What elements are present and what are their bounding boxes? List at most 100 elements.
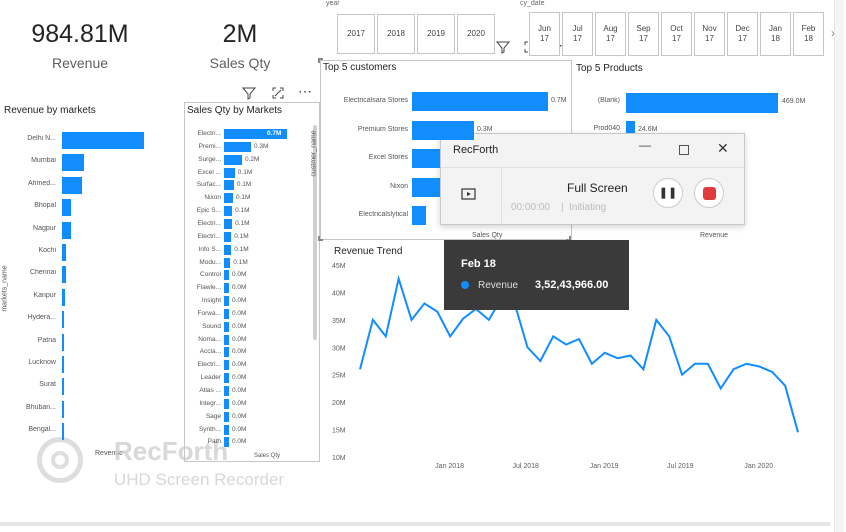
x-tick-label: Jul 2019 [667,463,694,470]
customer-bar[interactable] [412,177,440,197]
sales-qty-value: 0.1M [236,181,252,189]
sales-qty-bar[interactable] [224,334,229,345]
customer-bar[interactable] [412,206,426,225]
stop-button[interactable] [694,178,724,208]
sales-qty-bar[interactable] [224,373,229,384]
date-slicer-item[interactable]: Feb 18 [793,12,824,56]
customer-axis-label: custmer_name [310,130,318,177]
sales-qty-bar[interactable] [224,141,251,152]
minimize-icon[interactable]: — [639,138,651,152]
sales-qty-bar[interactable] [224,296,229,307]
product-label: Prod040 [593,125,620,132]
market-bar[interactable] [62,356,64,373]
sales-qty-bar[interactable] [224,437,229,448]
customer-bar[interactable] [412,149,440,168]
date-slicer-item[interactable]: Jul 17 [562,12,593,56]
date-slicer-item[interactable]: Oct 17 [661,12,692,56]
sales-qty-bar[interactable] [224,154,242,165]
x-tick-label: Jan 2019 [590,463,619,470]
y-tick-label: 30M [332,345,346,352]
focus-mode-icon[interactable] [271,86,285,103]
sales-qty-bar[interactable] [224,321,229,332]
sales-qty-bar[interactable] [224,411,229,422]
market-label: Bhuban... [26,403,56,411]
market-bar[interactable] [62,400,64,418]
sales-qty-value: 0.0M [232,284,247,292]
market-bar[interactable] [62,266,66,284]
customer-bar[interactable] [412,92,548,111]
market-bar[interactable] [62,311,64,329]
x-tick-label: Jul 2018 [512,463,539,470]
recorder-window[interactable]: RecForth — ✕ Full Screen 00:00:00 | Init… [440,133,746,225]
market-bar[interactable] [62,378,64,396]
market-label: Kochi [38,247,56,254]
horizontal-scrollbar[interactable] [0,522,830,526]
sales-qty-bar[interactable] [224,308,229,319]
screen-icon[interactable] [461,187,477,206]
customer-bar[interactable] [412,120,474,140]
sales-qty-label: Electri... [197,232,221,240]
vertical-scrollbar[interactable] [834,0,844,532]
product-bar[interactable] [626,93,778,113]
pause-button[interactable]: ❚❚ [653,178,683,208]
sales-qty-bar[interactable] [224,347,229,358]
sales-qty-bar[interactable] [224,360,229,371]
y-tick-label: 15M [332,428,346,435]
more-options-icon[interactable]: ⋯ [298,84,312,98]
market-bar[interactable] [62,221,71,239]
resize-handle[interactable] [318,236,323,241]
sales-qty-label: Premi... [198,142,221,150]
date-slicer-item[interactable]: Jun 17 [529,12,560,56]
date-slicer-item[interactable]: Jan 18 [760,12,791,56]
tooltip: Feb 18 Revenue 3,52,43,966.00 [444,240,629,310]
customer-label: Electricalsara Stores [343,97,408,104]
market-bar[interactable] [62,244,66,261]
market-bar[interactable] [62,154,84,172]
date-slicer-item[interactable]: Dec 17 [727,12,758,56]
sales-qty-bar[interactable] [224,206,233,217]
sales-qty-bar[interactable] [224,398,229,409]
maximize-icon[interactable] [679,145,689,155]
sales-qty-label: Electri... [197,361,221,369]
market-bar[interactable] [62,288,65,306]
sales-qty-bar[interactable] [224,283,229,294]
market-bar[interactable] [62,132,144,149]
market-bar[interactable] [62,199,71,217]
sales-qty-bar[interactable] [224,386,229,396]
year-slicer-item[interactable]: 2017 [337,14,375,54]
sales-qty-value: 0.1M [235,219,250,227]
sales-qty-bar[interactable] [224,257,231,268]
sales-qty-bar[interactable] [224,424,229,435]
y-tick-label: 45M [332,263,346,270]
market-label: Mumbai [31,157,56,165]
market-bar[interactable] [62,176,82,194]
sales-qty-bar[interactable] [224,270,229,281]
sales-qty-bar[interactable] [224,244,232,255]
product-bar[interactable] [626,121,635,133]
sales-qty-bar[interactable] [224,231,232,242]
sales-qty-bar[interactable] [224,218,233,229]
sales-qty-label: Nixon [204,194,221,202]
sales-qty-bar[interactable] [224,167,235,178]
sales-qty-bar[interactable] [224,193,233,204]
sales-qty-bar[interactable] [224,180,234,191]
customer-label: Electricalslytical [358,211,408,218]
sales-qty-value: 0.0M [232,399,247,407]
year-slicer-item[interactable]: 2020 [457,14,495,54]
market-bar[interactable] [62,333,64,351]
filter-icon[interactable] [241,86,257,103]
sales-qty-value: 0.0M [232,348,247,356]
market-label: Kanpur [33,291,56,299]
sales-qty-value: 0.0M [232,438,247,446]
close-icon[interactable]: ✕ [717,140,729,157]
year-slicer-item[interactable]: 2018 [377,14,415,54]
sales-qty-axis-label: Sales Qty [254,453,281,459]
date-slicer-item[interactable]: Sep 17 [628,12,659,56]
market-bar[interactable] [62,423,64,441]
recorder-title: RecForth [453,144,499,156]
filter-icon[interactable] [495,40,511,57]
date-slicer-item[interactable]: Aug 17 [595,12,626,56]
date-slicer-item[interactable]: Nov 17 [694,12,725,56]
recorder-status: Initiating [569,202,607,213]
year-slicer-item[interactable]: 2019 [417,14,455,54]
